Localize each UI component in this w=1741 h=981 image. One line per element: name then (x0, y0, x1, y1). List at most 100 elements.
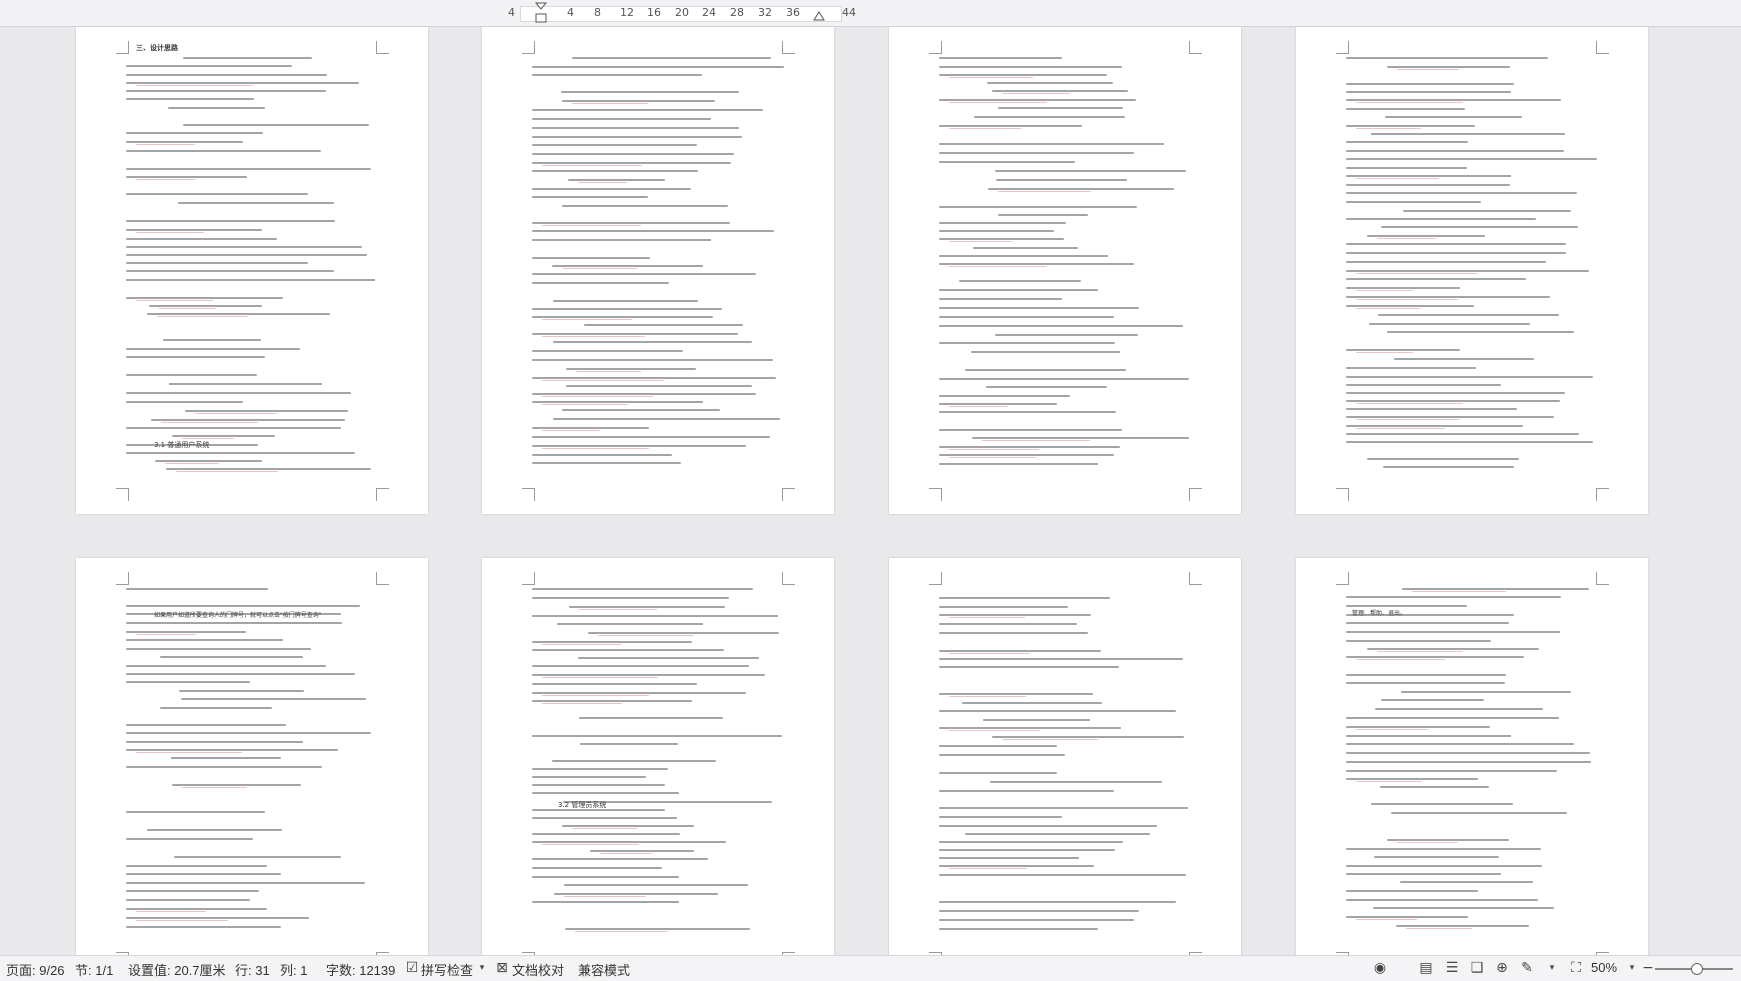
text-line (939, 316, 1115, 318)
text-line (1346, 605, 1467, 607)
text-line (562, 205, 728, 207)
zoom-out-icon[interactable]: − (1640, 960, 1656, 976)
word-count[interactable]: 字数: 12139 (326, 960, 395, 979)
spelling-underline (579, 609, 658, 610)
document-page[interactable] (482, 27, 834, 514)
text-line (532, 809, 666, 811)
write-mode-icon[interactable]: ✎ (1519, 960, 1535, 976)
text-line (126, 873, 281, 875)
right-indent-marker-icon[interactable] (812, 2, 826, 24)
text-line (126, 890, 260, 892)
spelling-underline (542, 677, 659, 678)
text-line (939, 666, 1120, 668)
text-line (1346, 735, 1512, 737)
text-line (126, 374, 258, 376)
zoom-slider[interactable] (1655, 963, 1733, 975)
text-line (562, 825, 695, 827)
text-line (532, 649, 724, 651)
text-line (126, 150, 321, 152)
text-line (1346, 278, 1526, 280)
spelling-underline (1412, 591, 1506, 592)
text-line (532, 427, 649, 429)
spelling-underline (542, 430, 601, 431)
doc-proof-icon[interactable]: ⊠ (494, 960, 510, 976)
zoom-slider-handle[interactable] (1691, 963, 1703, 975)
text-line (532, 66, 784, 68)
text-line (939, 378, 1189, 380)
text-line (588, 632, 780, 634)
text-line (126, 141, 244, 143)
document-page[interactable] (1296, 27, 1648, 514)
text-line (126, 908, 267, 910)
document-page[interactable]: 三、设计思路 3.1 普通用户系统 (76, 27, 428, 514)
outline-view-icon[interactable]: ☰ (1444, 960, 1460, 976)
text-line (1400, 881, 1533, 883)
page-view-icon[interactable]: ▤ (1418, 960, 1434, 976)
spelling-underline (542, 396, 655, 397)
text-line (562, 100, 715, 102)
text-line (939, 99, 1136, 101)
text-line (532, 858, 708, 860)
web-view-icon[interactable]: ⊕ (1494, 960, 1510, 976)
document-page[interactable]: 管理、帮助、退出。 (1296, 558, 1648, 955)
text-line (939, 57, 1063, 59)
document-canvas[interactable]: 三、设计思路 3.1 普通用户系统 如果用户如道所要查询人的门牌号，就可以点击"… (0, 27, 1741, 955)
text-line (1346, 192, 1577, 194)
text-line (532, 683, 697, 685)
text-line (1385, 116, 1523, 118)
text-line (126, 838, 253, 840)
chevron-down-icon[interactable]: ▾ (1544, 960, 1560, 976)
spelling-underline (1002, 739, 1099, 740)
horizontal-ruler[interactable]: 4 4 8 12 16 20 24 28 32 36 44 (0, 0, 1741, 27)
fit-page-icon[interactable]: ⛶ (1568, 960, 1584, 976)
text-line (1346, 261, 1547, 263)
crop-mark (929, 572, 942, 585)
spelling-underline (1406, 928, 1473, 929)
text-line (939, 222, 1066, 224)
text-line (972, 437, 1189, 439)
document-page[interactable]: 3.2 管理员系统 (482, 558, 834, 955)
document-page[interactable]: 如果用户如道所要查询人的门牌号，就可以点击"按门牌号查询" (76, 558, 428, 955)
text-line (126, 917, 310, 919)
eye-protection-icon[interactable]: ◉ (1372, 960, 1388, 976)
text-line (553, 341, 752, 343)
spelling-underline (1397, 842, 1459, 843)
page-indicator[interactable]: 页面: 9/26 (6, 960, 65, 979)
text-line (532, 784, 665, 786)
document-page[interactable] (889, 27, 1241, 514)
doc-proof-button[interactable]: 文档校对 (512, 960, 564, 979)
text-line (126, 392, 352, 394)
spell-check-button[interactable]: 拼写检查 (421, 960, 473, 979)
text-line (939, 454, 1114, 456)
compat-mode-label: 兼容模式 (578, 963, 631, 978)
text-line (1346, 270, 1590, 272)
chevron-down-icon[interactable]: ▾ (1624, 960, 1640, 976)
zoom-level[interactable]: 50% (1591, 960, 1617, 975)
text-line (959, 280, 1081, 282)
text-line (1402, 588, 1590, 590)
text-line (532, 230, 775, 232)
crop-mark (929, 41, 942, 54)
text-line (532, 127, 740, 129)
text-line (171, 757, 282, 759)
ruler-tick: 28 (730, 6, 744, 19)
text-line (1346, 743, 1574, 745)
chevron-down-icon[interactable]: ▾ (474, 960, 490, 976)
checkbox-icon[interactable]: ☑ (404, 960, 420, 976)
spelling-underline (1377, 238, 1436, 239)
text-line (939, 298, 1063, 300)
text-line (1346, 384, 1501, 386)
indent-marker-icon[interactable] (534, 2, 548, 24)
text-line (1346, 408, 1517, 410)
text-line (532, 665, 750, 667)
text-line (939, 411, 1117, 413)
document-page[interactable] (889, 558, 1241, 955)
text-line (1346, 150, 1564, 152)
text-line (983, 719, 1091, 721)
reading-view-icon[interactable]: ❑ (1469, 960, 1485, 976)
text-line (126, 648, 311, 650)
text-line (532, 74, 702, 76)
text-line (532, 597, 730, 599)
spelling-underline (1356, 403, 1464, 404)
spelling-underline (949, 653, 1030, 654)
